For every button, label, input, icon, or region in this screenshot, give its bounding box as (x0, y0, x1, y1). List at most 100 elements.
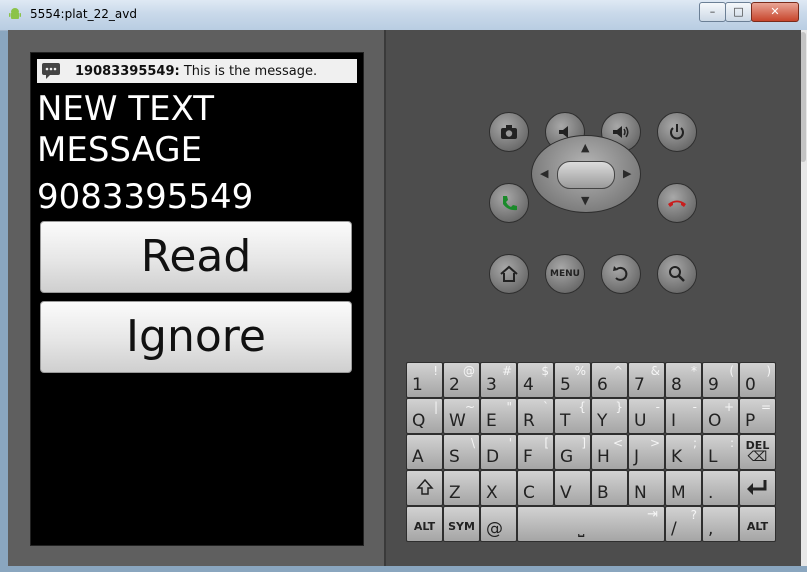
comma-key-label: , (708, 519, 714, 539)
key-row2-7[interactable]: I- (665, 398, 702, 434)
key-row2-9-label: P (745, 411, 756, 431)
key-row2-4[interactable]: T{ (554, 398, 591, 434)
key-row2-3[interactable]: R ` (517, 398, 554, 434)
slash-key[interactable]: /? (665, 506, 702, 542)
key-row3-0[interactable]: A (406, 434, 443, 470)
key-row3-1-secondary-label: \ (470, 436, 475, 450)
key-row3-8[interactable]: L: (702, 434, 739, 470)
key-row2-8-label: O (708, 411, 722, 431)
power-button[interactable] (657, 112, 697, 152)
key-row3-3-secondary-label: [ (544, 436, 549, 450)
key-row3-5[interactable]: H < (591, 434, 628, 470)
key-6-secondary-label: & (650, 364, 660, 378)
key-row3-7[interactable]: K; (665, 434, 702, 470)
key-row2-9-secondary-label: = (760, 400, 771, 414)
call-button[interactable] (489, 183, 529, 223)
menu-button[interactable]: MENU (545, 254, 585, 294)
key-row2-1[interactable]: W ~ (443, 398, 480, 434)
at-key[interactable]: @ (480, 506, 517, 542)
close-button[interactable]: ✕ (751, 2, 799, 22)
slash-key-label: / (671, 519, 677, 539)
key-row3-5-label: H (597, 447, 610, 467)
key-row4-4-label: B (597, 483, 609, 503)
dpad-right-icon[interactable]: ▶ (623, 167, 631, 180)
key-row4-0[interactable]: Z (443, 470, 480, 506)
key-row4-3[interactable]: V (554, 470, 591, 506)
key-row2-3-secondary-label: ` (543, 400, 549, 414)
key-row2-7-secondary-label: - (692, 400, 697, 414)
key-1-label: 2 (449, 375, 460, 395)
key-7[interactable]: 8 * (665, 362, 702, 398)
key-3-secondary-label: $ (541, 364, 549, 378)
read-button[interactable]: Read (40, 221, 352, 293)
key-9[interactable]: 0) (739, 362, 776, 398)
home-button[interactable] (489, 254, 529, 294)
back-button[interactable] (601, 254, 641, 294)
key-4[interactable]: 5% (554, 362, 591, 398)
dpad-down-icon[interactable]: ▼ (581, 194, 589, 207)
minimize-button[interactable]: – (699, 2, 726, 22)
enter-key[interactable] (739, 470, 776, 506)
sym-key[interactable]: SYM (443, 506, 480, 542)
key-row2-0[interactable]: Q | (406, 398, 443, 434)
key-row4-4[interactable]: B (591, 470, 628, 506)
key-2[interactable]: 3 # (480, 362, 517, 398)
dpad[interactable]: ▲ ▼ ◀ ▶ (531, 135, 641, 213)
message-icon (42, 63, 60, 79)
ignore-button[interactable]: Ignore (40, 301, 352, 373)
key-row4-5[interactable]: N (628, 470, 665, 506)
maximize-button[interactable]: □ (725, 2, 752, 22)
power-icon (670, 124, 684, 140)
key-5[interactable]: 6 ^ (591, 362, 628, 398)
notification-bar[interactable]: 19083395549: This is the message. (37, 59, 357, 83)
key-row3-4-secondary-label: ] (581, 436, 586, 450)
delete-key[interactable]: DEL ⌫ (739, 434, 776, 470)
key-row3-2[interactable]: D ' (480, 434, 517, 470)
key-3[interactable]: 4 $ (517, 362, 554, 398)
key-6[interactable]: 7 & (628, 362, 665, 398)
dpad-up-icon[interactable]: ▲ (581, 141, 589, 154)
end-call-button[interactable] (657, 183, 697, 223)
alt-right-key-label: ALT (746, 520, 769, 533)
key-row3-8-secondary-label: : (729, 436, 734, 450)
hardware-keyboard: 1! 2 @3 #4 $5% 6 ^ 7 & 8 * 9(0) Q | W ~ E " R ` T{Y} U - I - O + P =… (406, 362, 778, 544)
key-row4-6[interactable]: M (665, 470, 702, 506)
key-row2-5[interactable]: Y} (591, 398, 628, 434)
space-icon: ⎵ (578, 518, 585, 537)
end-call-icon (668, 200, 686, 207)
key-row2-3-label: R (523, 411, 535, 431)
key-row3-5-secondary-label: < (612, 436, 623, 450)
key-row4-7[interactable]: . (702, 470, 739, 506)
shift-key[interactable] (406, 470, 443, 506)
key-row2-2-secondary-label: " (506, 400, 512, 414)
camera-button[interactable] (489, 112, 529, 152)
key-row2-8[interactable]: O + (702, 398, 739, 434)
message-heading: NEW TEXT MESSAGE (37, 89, 357, 171)
key-row4-2[interactable]: C (517, 470, 554, 506)
key-row2-2[interactable]: E " (480, 398, 517, 434)
key-row3-3[interactable]: F[ (517, 434, 554, 470)
key-5-label: 6 (597, 375, 608, 395)
alt-right-key[interactable]: ALT (739, 506, 776, 542)
enter-icon (747, 480, 767, 495)
key-1[interactable]: 2 @ (443, 362, 480, 398)
key-row2-1-secondary-label: ~ (464, 400, 475, 414)
key-row3-4[interactable]: G] (554, 434, 591, 470)
key-0[interactable]: 1! (406, 362, 443, 398)
at-key-label: @ (486, 519, 503, 539)
search-button[interactable] (657, 254, 697, 294)
alt-left-key[interactable]: ALT (406, 506, 443, 542)
key-8[interactable]: 9( (702, 362, 739, 398)
space-key[interactable]: ⎵ ⇥ (517, 506, 665, 542)
notification-sender: 19083395549: (75, 64, 180, 79)
dpad-left-icon[interactable]: ◀ (540, 167, 548, 180)
key-row3-6[interactable]: J > (628, 434, 665, 470)
key-row4-1[interactable]: X (480, 470, 517, 506)
key-row2-6[interactable]: U- (628, 398, 665, 434)
search-icon (669, 266, 685, 282)
dpad-center-button[interactable] (557, 161, 615, 189)
key-row3-1[interactable]: S \ (443, 434, 480, 470)
key-row2-9[interactable]: P = (739, 398, 776, 434)
key-row2-5-secondary-label: } (615, 400, 623, 414)
comma-key[interactable]: , (702, 506, 739, 542)
